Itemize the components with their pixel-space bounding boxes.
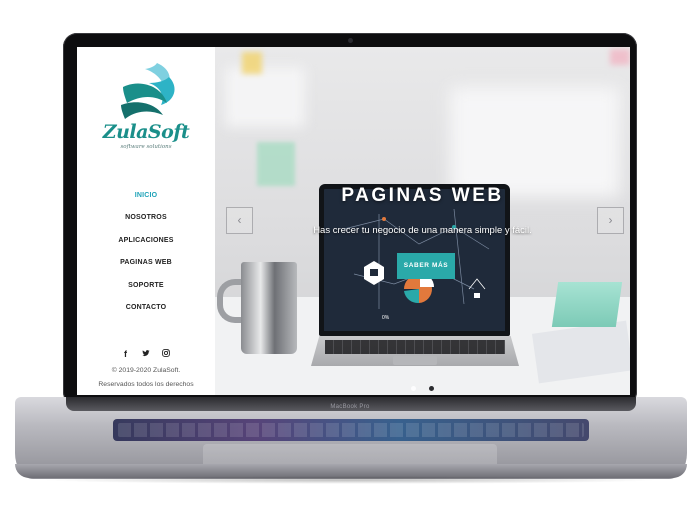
device-model-label: MacBook Pro bbox=[330, 404, 370, 410]
nav-item-soporte[interactable]: SOPORTE bbox=[77, 275, 215, 297]
nav-item-aplicaciones[interactable]: APLICACIONES bbox=[77, 230, 215, 252]
keyboard-keys bbox=[118, 423, 584, 437]
hero-subtitle: Has crecer tu negocio de una manera simp… bbox=[313, 225, 532, 236]
trackpad bbox=[203, 444, 497, 464]
social-links: f bbox=[77, 344, 215, 362]
laptop-shadow bbox=[40, 476, 660, 484]
saber-mas-button[interactable]: SABER MÁS bbox=[397, 253, 455, 279]
slider-prev-button[interactable]: ‹ bbox=[226, 207, 253, 234]
website-screen: ZulaSoft software solutions INICIO NOSOT… bbox=[77, 47, 630, 395]
brand-name: ZulaSoft bbox=[102, 121, 190, 143]
slider-next-button[interactable]: › bbox=[597, 207, 624, 234]
screen-stat-label: 0% bbox=[382, 315, 390, 321]
background-sticky-note bbox=[242, 52, 262, 74]
slider-dots bbox=[215, 378, 630, 395]
nav-item-contacto[interactable]: CONTACTO bbox=[77, 297, 215, 319]
chevron-right-icon: › bbox=[608, 213, 613, 227]
background-blur bbox=[450, 87, 620, 197]
twitter-icon[interactable] bbox=[138, 349, 154, 359]
hero-slider: 0% PAGINAS WEB Has crecer tu negocio de … bbox=[215, 47, 630, 395]
hero-laptop-trackpad bbox=[393, 356, 437, 365]
facebook-icon[interactable]: f bbox=[118, 349, 134, 359]
brand-tagline: software solutions bbox=[120, 144, 172, 150]
sidebar: ZulaSoft software solutions INICIO NOSOT… bbox=[77, 47, 215, 395]
copyright-text: © 2019-2020 ZulaSoft. bbox=[111, 367, 181, 374]
rights-text: Reservados todos los derechos bbox=[98, 381, 194, 388]
chevron-left-icon: ‹ bbox=[237, 213, 242, 227]
steel-mug bbox=[241, 262, 297, 354]
green-box bbox=[551, 282, 623, 327]
main-nav: INICIO NOSOTROS APLICACIONES PAGINAS WEB… bbox=[77, 185, 215, 319]
hero-laptop-keys bbox=[325, 340, 505, 354]
slider-dot-2[interactable] bbox=[428, 386, 434, 391]
footer-copyright: © 2019-2020 ZulaSoft. Reservados todos l… bbox=[77, 364, 215, 392]
background-star-note bbox=[257, 142, 295, 186]
camera-icon bbox=[348, 38, 353, 43]
instagram-icon[interactable] bbox=[158, 349, 174, 359]
nav-item-paginas-web[interactable]: PAGINAS WEB bbox=[77, 252, 215, 274]
background-sticky-note bbox=[610, 49, 630, 65]
slider-dot-1[interactable] bbox=[411, 386, 417, 391]
nav-item-nosotros[interactable]: NOSOTROS bbox=[77, 207, 215, 229]
background-blur bbox=[225, 67, 305, 127]
nav-item-inicio[interactable]: INICIO bbox=[77, 185, 215, 207]
hero-title: PAGINAS WEB bbox=[341, 185, 504, 206]
